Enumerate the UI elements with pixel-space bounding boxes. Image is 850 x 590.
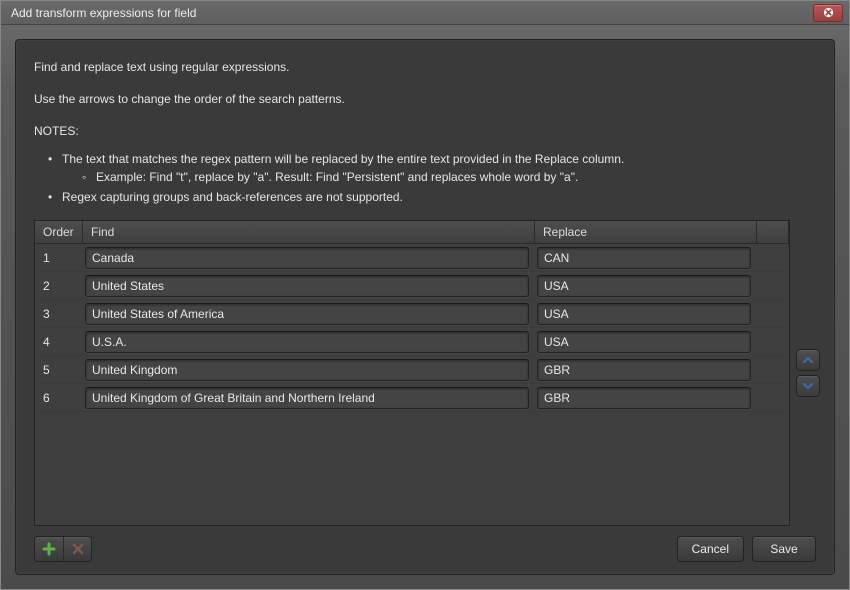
reorder-controls bbox=[796, 220, 820, 526]
col-header-order[interactable]: Order bbox=[35, 221, 83, 243]
col-header-spacer bbox=[757, 221, 789, 243]
close-icon bbox=[823, 7, 834, 18]
cell-order: 2 bbox=[35, 279, 83, 293]
find-input[interactable] bbox=[85, 275, 529, 297]
chevron-up-icon bbox=[802, 355, 814, 365]
replace-input[interactable] bbox=[537, 331, 751, 353]
dialog-window: Add transform expressions for field Find… bbox=[0, 0, 850, 590]
note-1-example: Example: Find "t", replace by "a". Resul… bbox=[86, 168, 816, 186]
add-row-button[interactable] bbox=[35, 537, 63, 561]
cell-find bbox=[83, 385, 535, 411]
cell-order: 5 bbox=[35, 363, 83, 377]
table-row[interactable]: 4 bbox=[35, 328, 789, 356]
find-input[interactable] bbox=[85, 247, 529, 269]
move-up-button[interactable] bbox=[796, 349, 820, 371]
notes-list: The text that matches the regex pattern … bbox=[34, 150, 816, 206]
col-header-find[interactable]: Find bbox=[83, 221, 535, 243]
move-down-button[interactable] bbox=[796, 375, 820, 397]
replace-input[interactable] bbox=[537, 247, 751, 269]
cell-order: 1 bbox=[35, 251, 83, 265]
cell-replace bbox=[535, 357, 757, 383]
window-title: Add transform expressions for field bbox=[11, 6, 196, 20]
note-1: The text that matches the regex pattern … bbox=[52, 150, 816, 186]
delete-row-button[interactable] bbox=[63, 537, 91, 561]
cell-replace bbox=[535, 329, 757, 355]
cell-replace bbox=[535, 301, 757, 327]
replace-input[interactable] bbox=[537, 303, 751, 325]
cell-find bbox=[83, 357, 535, 383]
main-panel: Find and replace text using regular expr… bbox=[15, 39, 835, 575]
desc-line-2: Use the arrows to change the order of th… bbox=[34, 90, 816, 108]
table-row[interactable]: 3 bbox=[35, 300, 789, 328]
plus-icon bbox=[42, 542, 56, 556]
cell-order: 3 bbox=[35, 307, 83, 321]
notes-label: NOTES: bbox=[34, 122, 816, 140]
replace-input[interactable] bbox=[537, 359, 751, 381]
content-area: Find and replace text using regular expr… bbox=[1, 25, 849, 589]
table-row[interactable]: 5 bbox=[35, 356, 789, 384]
col-header-replace[interactable]: Replace bbox=[535, 221, 757, 243]
footer: Cancel Save bbox=[34, 526, 816, 562]
delete-icon bbox=[72, 543, 84, 555]
table-row[interactable]: 6 bbox=[35, 384, 789, 412]
cell-order: 6 bbox=[35, 391, 83, 405]
cell-find bbox=[83, 245, 535, 271]
cell-replace bbox=[535, 385, 757, 411]
note-2: Regex capturing groups and back-referenc… bbox=[52, 188, 816, 206]
expressions-grid: Order Find Replace 1 2 3 4 5 6 bbox=[34, 220, 790, 526]
table-row[interactable]: 1 bbox=[35, 244, 789, 272]
grid-wrap: Order Find Replace 1 2 3 4 5 6 bbox=[34, 220, 816, 526]
close-button[interactable] bbox=[813, 4, 843, 22]
grid-body: 1 2 3 4 5 6 bbox=[35, 244, 789, 525]
replace-input[interactable] bbox=[537, 275, 751, 297]
cancel-button[interactable]: Cancel bbox=[677, 536, 744, 562]
table-row[interactable]: 2 bbox=[35, 272, 789, 300]
grid-header: Order Find Replace bbox=[35, 221, 789, 244]
find-input[interactable] bbox=[85, 359, 529, 381]
note-1-text: The text that matches the regex pattern … bbox=[62, 152, 624, 166]
cell-replace bbox=[535, 245, 757, 271]
desc-line-1: Find and replace text using regular expr… bbox=[34, 58, 816, 76]
cell-replace bbox=[535, 273, 757, 299]
dialog-buttons: Cancel Save bbox=[677, 536, 816, 562]
find-input[interactable] bbox=[85, 387, 529, 409]
description-block: Find and replace text using regular expr… bbox=[34, 58, 816, 220]
save-button[interactable]: Save bbox=[752, 536, 816, 562]
find-input[interactable] bbox=[85, 303, 529, 325]
chevron-down-icon bbox=[802, 381, 814, 391]
row-controls bbox=[34, 536, 92, 562]
replace-input[interactable] bbox=[537, 387, 751, 409]
cell-order: 4 bbox=[35, 335, 83, 349]
cell-find bbox=[83, 273, 535, 299]
cell-find bbox=[83, 301, 535, 327]
find-input[interactable] bbox=[85, 331, 529, 353]
cell-find bbox=[83, 329, 535, 355]
titlebar: Add transform expressions for field bbox=[1, 1, 849, 25]
